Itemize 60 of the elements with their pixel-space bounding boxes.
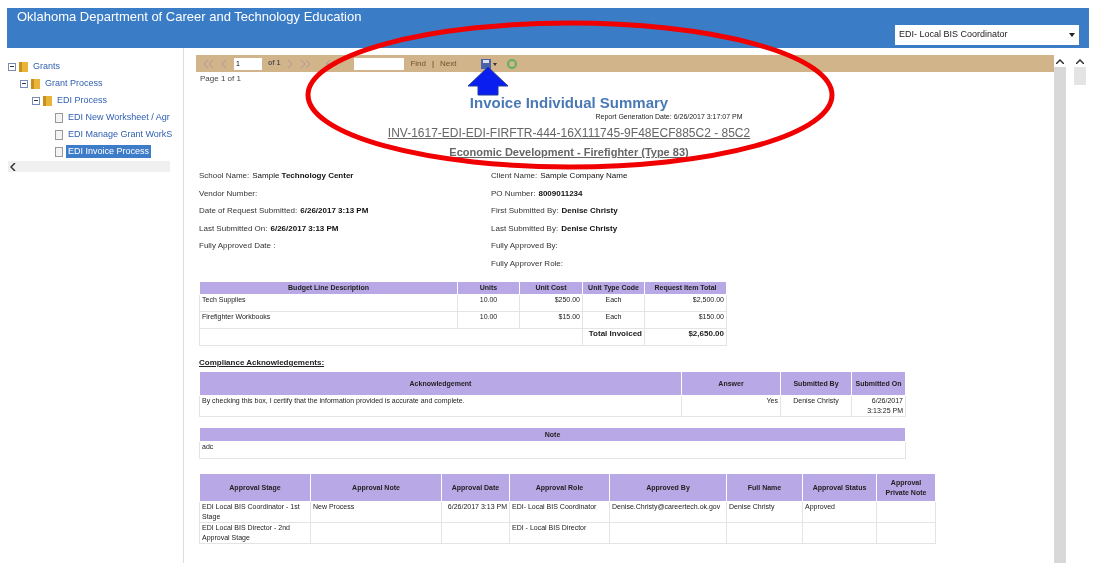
field-label: Client Name: xyxy=(491,170,538,182)
next-page-icon[interactable] xyxy=(286,59,295,68)
tree-item[interactable]: EDI Manage Grant WorkS xyxy=(66,128,175,141)
field-value: Sample Technology Center xyxy=(252,170,354,182)
total-value: $2,650.00 xyxy=(644,328,727,346)
document-icon xyxy=(55,129,63,140)
collapse-icon[interactable] xyxy=(20,79,28,88)
field-value: Denise Christy xyxy=(561,222,618,235)
tree-item[interactable]: Grants xyxy=(31,60,62,73)
collapse-icon[interactable] xyxy=(32,96,40,105)
find-link[interactable]: Find xyxy=(410,57,426,70)
field-value: Denise Christy xyxy=(561,205,618,217)
document-icon xyxy=(55,112,63,123)
role-select[interactable]: EDI- Local BIS Coordinator xyxy=(895,25,1079,45)
field-label: Last Submitted By: xyxy=(491,222,559,235)
dropdown-icon xyxy=(1069,33,1075,37)
tree-item[interactable]: Grant Process xyxy=(43,77,105,90)
field-label: School Name: xyxy=(199,170,250,182)
collapse-icon[interactable] xyxy=(8,62,16,71)
find-field[interactable] xyxy=(354,57,405,70)
scroll-left-icon[interactable] xyxy=(10,162,16,171)
section-heading: Compliance Acknowledgements: xyxy=(199,358,325,368)
field-label: Fully Approver Role: xyxy=(491,257,564,270)
document-icon xyxy=(55,146,63,157)
folder-icon xyxy=(43,95,52,106)
invoice-id: INV-1617-EDI-EDI-FIRFTR-444-16X111745-9F48ECF885C2 - 85C2 xyxy=(387,125,751,142)
folder-icon xyxy=(19,61,28,72)
total-label: Total Invoiced xyxy=(582,328,645,346)
vertical-scrollbar[interactable] xyxy=(1074,55,1086,85)
refresh-icon[interactable] xyxy=(506,58,517,69)
last-page-icon[interactable] xyxy=(300,59,313,68)
tree-item[interactable]: EDI Invoice Process xyxy=(66,145,152,158)
folder-icon xyxy=(31,78,40,89)
field-label: Vendor Number: xyxy=(199,187,258,200)
first-page-icon[interactable] xyxy=(202,59,214,68)
horizontal-scrollbar[interactable] xyxy=(8,161,170,172)
separator: | xyxy=(432,57,435,70)
field-label: Fully Approved Date : xyxy=(199,240,276,252)
page-label: Page 1 of 1 xyxy=(200,74,242,84)
field-label: First Submitted By: xyxy=(491,205,559,217)
field-label: Fully Approved By: xyxy=(491,240,558,252)
scroll-up-icon[interactable] xyxy=(1076,58,1084,64)
program-name: Economic Development - Firefighter (Type 83) xyxy=(449,145,689,160)
scroll-up-icon[interactable] xyxy=(1056,58,1064,64)
tree-item[interactable]: EDI New Worksheet / Agr xyxy=(66,111,172,124)
field-value: 6/26/2017 3:13 PM xyxy=(300,205,369,217)
annotation-arrow xyxy=(466,66,510,96)
field-value: 8009011234 xyxy=(538,187,583,200)
previous-page-icon[interactable] xyxy=(220,59,228,68)
field-label: PO Number: xyxy=(491,187,536,200)
site-title: Oklahoma Department of Career and Technology Education xyxy=(17,9,362,25)
tree-item[interactable]: EDI Process xyxy=(55,94,109,107)
next-link[interactable]: Next xyxy=(440,57,457,70)
report-title: Invoice Individual Summary xyxy=(469,94,669,112)
vertical-scrollbar[interactable] xyxy=(1054,55,1066,563)
field-label: Last Submitted On: xyxy=(199,222,268,235)
save-icon[interactable] xyxy=(480,58,497,69)
field-value: 6/26/2017 3:13 PM xyxy=(270,222,339,235)
field-value: Sample Company Name xyxy=(540,170,628,182)
field-label: Date of Request Submitted: xyxy=(199,205,298,217)
